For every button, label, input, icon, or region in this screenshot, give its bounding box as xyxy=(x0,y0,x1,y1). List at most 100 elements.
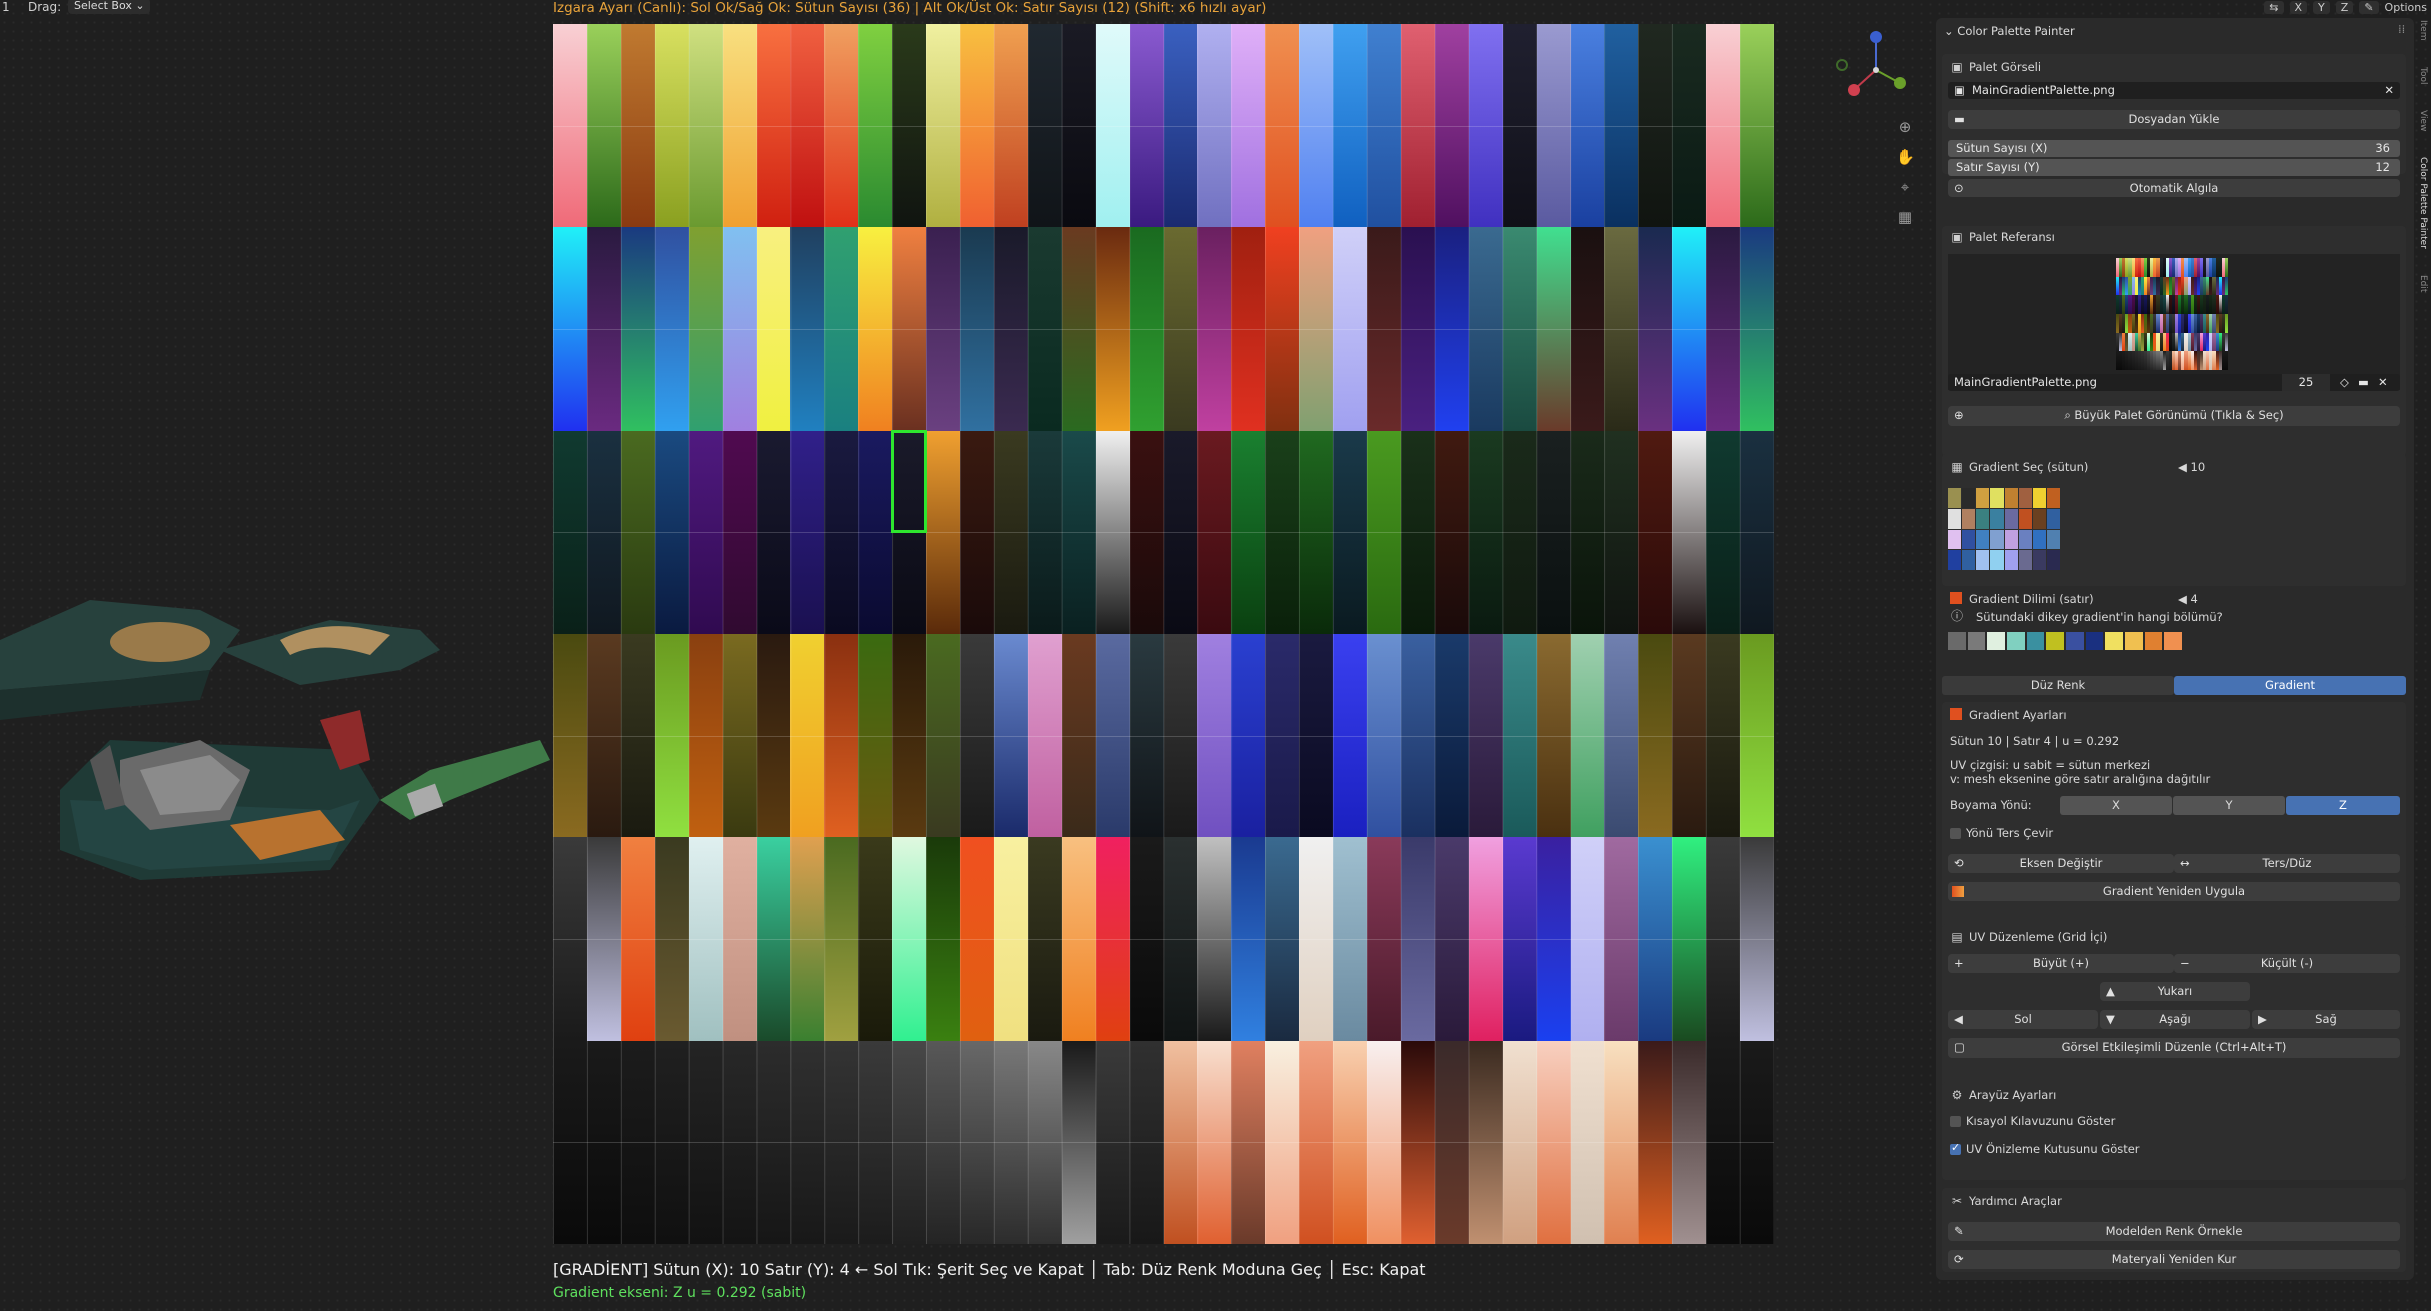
gradient-swatch[interactable] xyxy=(2018,488,2032,508)
palette-cell[interactable] xyxy=(620,430,655,634)
palette-cell[interactable] xyxy=(1163,1040,1198,1244)
palette-cell[interactable] xyxy=(654,1040,689,1244)
gradient-swatch[interactable] xyxy=(2046,550,2060,570)
gradient-swatch[interactable] xyxy=(1976,488,1990,508)
palette-cell[interactable] xyxy=(1400,633,1435,838)
palette-cell[interactable] xyxy=(1468,430,1503,634)
palette-cell[interactable] xyxy=(1265,227,1300,431)
palette-cell[interactable] xyxy=(1231,837,1266,1041)
palette-cell[interactable] xyxy=(1604,1040,1639,1244)
palette-cell[interactable] xyxy=(1367,24,1401,228)
palette-cell[interactable] xyxy=(1095,24,1130,228)
gradient-swatch[interactable] xyxy=(2018,529,2032,550)
palette-cell[interactable] xyxy=(926,430,960,634)
palette-cell[interactable] xyxy=(1197,633,1232,838)
palette-cell[interactable] xyxy=(1604,430,1639,634)
palette-cell[interactable] xyxy=(620,1040,655,1244)
palette-cell[interactable] xyxy=(1095,633,1130,838)
palette-cell[interactable] xyxy=(790,633,825,838)
axis-x-button[interactable]: X xyxy=(2289,1,2308,14)
palette-cell[interactable] xyxy=(824,227,859,431)
mirror-icon[interactable]: ⇆ xyxy=(2264,1,2284,14)
reverse-button[interactable]: ↔ Ters/Düz xyxy=(2174,854,2400,873)
palette-cell[interactable] xyxy=(1468,837,1503,1041)
palette-cell[interactable] xyxy=(824,24,859,228)
gradient-swatch[interactable] xyxy=(1948,529,1962,550)
palette-cell[interactable] xyxy=(756,837,791,1041)
palette-cell[interactable] xyxy=(586,837,621,1041)
palette-cell[interactable] xyxy=(1265,633,1300,838)
gradient-swatch[interactable] xyxy=(2018,550,2032,570)
palette-cell[interactable] xyxy=(1061,24,1096,228)
big-palette-view-button[interactable]: ⊕ ⌕ Büyük Palet Görünümü (Tıkla & Seç) xyxy=(1948,406,2400,426)
palette-cell[interactable] xyxy=(1061,227,1096,431)
gradient-swatch[interactable] xyxy=(2018,508,2032,529)
palette-cell[interactable] xyxy=(1536,24,1571,228)
palette-cell[interactable] xyxy=(688,633,723,838)
palette-cell[interactable] xyxy=(586,633,621,838)
gradient-swatch[interactable] xyxy=(1948,508,1962,529)
palette-cell[interactable] xyxy=(620,633,655,838)
palette-cell[interactable] xyxy=(1400,837,1435,1041)
rebuild-material-button[interactable]: ⟳ Materyali Yeniden Kur xyxy=(1948,1250,2400,1269)
palette-cell[interactable] xyxy=(1095,430,1130,634)
palette-cell[interactable] xyxy=(960,227,994,431)
palette-cell[interactable] xyxy=(790,24,825,228)
tab-gradient[interactable]: Gradient xyxy=(2174,676,2406,695)
palette-cell[interactable] xyxy=(1163,633,1198,838)
gradient-slice-swatch[interactable] xyxy=(1967,632,1986,650)
palette-cell[interactable] xyxy=(1604,633,1639,838)
palette-cell[interactable] xyxy=(1570,430,1605,634)
palette-cell[interactable] xyxy=(1163,24,1198,228)
gradient-swatch[interactable] xyxy=(1962,529,1976,550)
palette-cell[interactable] xyxy=(1129,837,1164,1041)
hand-icon[interactable]: ✋ xyxy=(1896,148,1915,166)
palette-cell[interactable] xyxy=(1027,430,1062,634)
palette-image-file[interactable]: ▣ MainGradientPalette.png ✕ xyxy=(1948,82,2400,99)
palette-cell[interactable] xyxy=(993,430,1028,634)
palette-cell[interactable] xyxy=(553,1040,587,1244)
palette-cell[interactable] xyxy=(553,633,587,838)
palette-cell[interactable] xyxy=(993,1040,1028,1244)
palette-cell[interactable] xyxy=(1672,1040,1707,1244)
palette-cell[interactable] xyxy=(1502,227,1537,431)
palette-cell[interactable] xyxy=(926,1040,960,1244)
palette-cell[interactable] xyxy=(1367,1040,1401,1244)
palette-cell[interactable] xyxy=(1299,837,1334,1041)
palette-cell[interactable] xyxy=(1061,430,1096,634)
palette-cell[interactable] xyxy=(1197,24,1232,228)
palette-cell[interactable] xyxy=(790,430,825,634)
sidebar-tab-tool[interactable]: Tool xyxy=(2418,67,2428,84)
palette-cell[interactable] xyxy=(1672,430,1707,634)
palette-cell[interactable] xyxy=(1299,227,1334,431)
palette-cell[interactable] xyxy=(1095,1040,1130,1244)
shrink-button[interactable]: − Küçült (-) xyxy=(2174,954,2400,973)
palette-cell[interactable] xyxy=(1027,633,1062,838)
palette-cell[interactable] xyxy=(1672,24,1707,228)
gradient-slice-swatch[interactable] xyxy=(2144,632,2163,650)
gradient-swatch[interactable] xyxy=(2004,550,2018,570)
palette-cell[interactable] xyxy=(1299,24,1334,228)
palette-thumbnail[interactable] xyxy=(2116,258,2228,370)
gradient-swatch[interactable] xyxy=(2032,508,2046,529)
palette-cell[interactable] xyxy=(1129,633,1164,838)
palette-cell[interactable] xyxy=(1502,24,1537,228)
palette-cell[interactable] xyxy=(1434,24,1469,228)
palette-cell[interactable] xyxy=(1061,1040,1096,1244)
palette-cell[interactable] xyxy=(1231,430,1266,634)
camera-icon[interactable]: ⌖ xyxy=(1896,178,1914,196)
palette-cell[interactable] xyxy=(1570,24,1605,228)
palette-cell[interactable] xyxy=(858,837,893,1041)
zoom-icon[interactable]: ⊕ xyxy=(1896,118,1914,136)
load-from-file-button[interactable]: ▬ Dosyadan Yükle xyxy=(1948,110,2400,129)
palette-cell[interactable] xyxy=(858,1040,893,1244)
palette-cell[interactable] xyxy=(688,1040,723,1244)
palette-cell[interactable] xyxy=(1570,633,1605,838)
palette-cell[interactable] xyxy=(1468,227,1503,431)
palette-cell[interactable] xyxy=(892,24,927,228)
palette-cell[interactable] xyxy=(1333,430,1367,634)
gradient-swatch[interactable] xyxy=(2004,488,2018,508)
palette-cell[interactable] xyxy=(756,1040,791,1244)
palette-cell[interactable] xyxy=(1265,837,1300,1041)
palette-cell[interactable] xyxy=(1163,837,1198,1041)
